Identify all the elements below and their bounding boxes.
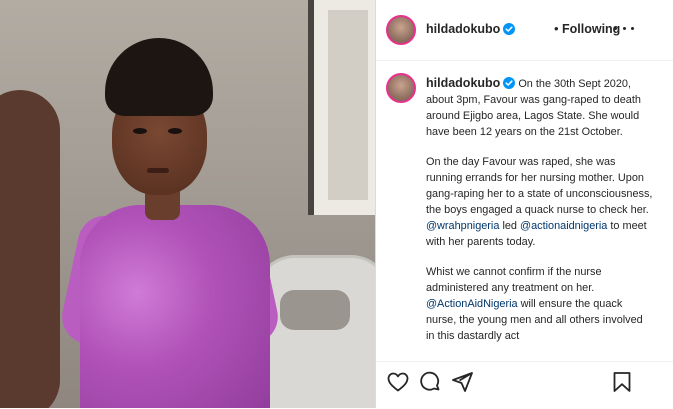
photo-dress: [80, 205, 270, 408]
paper-plane-icon[interactable]: [450, 370, 474, 394]
avatar[interactable]: [386, 15, 416, 45]
post-header: hildadokubo • Following: [376, 0, 673, 61]
caption-paragraph-2b: led: [499, 220, 521, 232]
mention-actionaidnigeria[interactable]: @actionaidnigeria: [520, 220, 607, 232]
header-username-link[interactable]: hildadokubo: [426, 22, 516, 36]
instagram-post: hildadokubo • Following hildadokubo On t…: [0, 0, 673, 409]
post-photo[interactable]: [0, 0, 375, 408]
following-button[interactable]: Following: [562, 22, 620, 36]
bookmark-icon[interactable]: [610, 370, 634, 394]
caption-paragraph-2a: On the day Favour was raped, she was run…: [426, 156, 653, 216]
verified-badge-icon: [503, 77, 516, 89]
action-bar: [376, 361, 673, 409]
photo-eye-left: [133, 128, 147, 134]
comment-icon[interactable]: [418, 370, 442, 394]
photo-window: [308, 0, 375, 215]
heart-icon[interactable]: [386, 370, 410, 394]
caption-text: hildadokubo On the 30th Sept 2020, about…: [426, 75, 654, 358]
mention-wrahpnigeria[interactable]: @wrahpnigeria: [426, 220, 499, 232]
caption-paragraph-3a: Whist we cannot confirm if the nurse adm…: [426, 266, 602, 294]
more-horizontal-icon[interactable]: [614, 20, 634, 36]
photo-chair-gap: [280, 290, 350, 330]
post-caption: hildadokubo On the 30th Sept 2020, about…: [376, 61, 673, 361]
caption-avatar[interactable]: [386, 73, 416, 103]
caption-username[interactable]: hildadokubo: [426, 76, 500, 90]
photo-eye-right: [168, 128, 182, 134]
header-separator: •: [554, 21, 559, 36]
header-username: hildadokubo: [426, 22, 501, 36]
photo-mouth: [147, 168, 169, 173]
verified-badge-icon: [503, 23, 516, 35]
mention-actionaidnigeria-2[interactable]: @ActionAidNigeria: [426, 298, 518, 310]
photo-adult-arm: [0, 90, 60, 408]
